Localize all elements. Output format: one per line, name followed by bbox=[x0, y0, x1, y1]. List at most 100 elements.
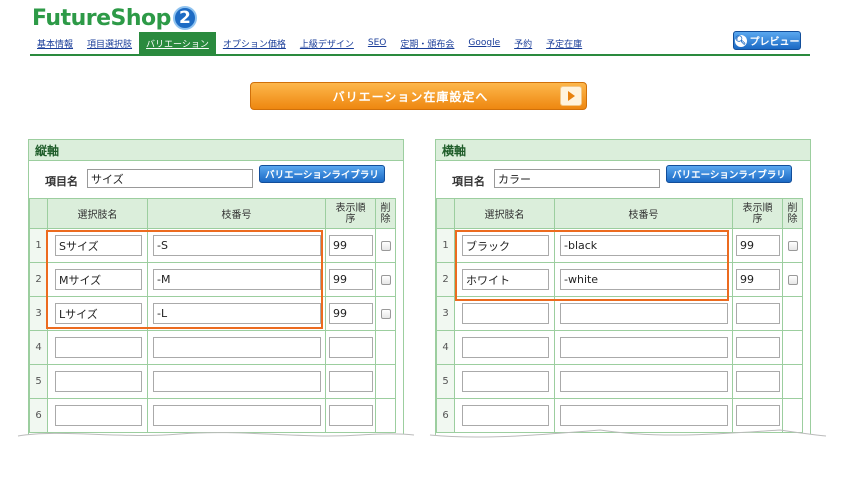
option-name-input[interactable]: Mサイズ bbox=[55, 269, 142, 290]
column-header-name: 選択肢名 bbox=[47, 198, 148, 229]
tab-nav: 基本情報 項目選択肢 バリエーション オプション価格 上級デザイン SEO 定期… bbox=[30, 32, 589, 54]
row-number: 5 bbox=[29, 364, 48, 399]
table-row: 5 bbox=[436, 364, 803, 399]
item-name-input[interactable]: サイズ bbox=[87, 169, 253, 188]
item-name-input[interactable]: カラー bbox=[494, 169, 660, 188]
variation-stock-button[interactable]: バリエーション在庫設定へ bbox=[250, 82, 587, 110]
delete-checkbox[interactable] bbox=[380, 309, 391, 319]
display-order-input[interactable]: 99 bbox=[736, 269, 780, 290]
branch-code-input[interactable]: -L bbox=[153, 303, 321, 324]
display-order-input[interactable]: 99 bbox=[329, 235, 373, 256]
panel-title: 横軸 bbox=[436, 140, 810, 161]
variation-table: 選択肢名 枝番号 表示順序 削除 1 Sサイズ -S 99 2 Mサイズ -M … bbox=[29, 198, 396, 433]
option-name-input[interactable] bbox=[462, 405, 549, 426]
table-row: 2 Mサイズ -M 99 bbox=[29, 262, 396, 297]
table-row: 1 Sサイズ -S 99 bbox=[29, 228, 396, 263]
display-order-input[interactable] bbox=[329, 371, 373, 392]
variation-stock-button-label: バリエーション在庫設定へ bbox=[332, 89, 489, 104]
preview-button-label: プレビュー bbox=[749, 37, 800, 48]
branch-code-input[interactable] bbox=[153, 405, 321, 426]
branch-code-input[interactable]: -M bbox=[153, 269, 321, 290]
tab-seo[interactable]: SEO bbox=[361, 32, 393, 54]
branch-code-input[interactable] bbox=[560, 303, 728, 324]
display-order-input[interactable] bbox=[329, 405, 373, 426]
option-name-input[interactable] bbox=[55, 405, 142, 426]
option-name-input[interactable]: Lサイズ bbox=[55, 303, 142, 324]
display-order-input[interactable] bbox=[736, 405, 780, 426]
row-number: 1 bbox=[436, 228, 455, 263]
nav-divider bbox=[30, 54, 810, 56]
column-header-order: 表示順序 bbox=[325, 198, 376, 229]
column-header-name: 選択肢名 bbox=[454, 198, 555, 229]
row-number: 2 bbox=[436, 262, 455, 297]
display-order-input[interactable] bbox=[736, 337, 780, 358]
row-number-header bbox=[29, 198, 48, 229]
delete-checkbox[interactable] bbox=[380, 241, 391, 251]
table-row: 2 ホワイト -white 99 bbox=[436, 262, 803, 297]
tab-reservation[interactable]: 予約 bbox=[507, 32, 539, 54]
branch-code-input[interactable] bbox=[560, 405, 728, 426]
preview-button[interactable]: 🔍︎ プレビュー bbox=[733, 31, 801, 50]
option-name-input[interactable] bbox=[462, 337, 549, 358]
branch-code-input[interactable] bbox=[153, 371, 321, 392]
table-row: 4 bbox=[436, 330, 803, 365]
tab-option-price[interactable]: オプション価格 bbox=[216, 32, 293, 54]
option-name-input[interactable]: Sサイズ bbox=[55, 235, 142, 256]
futureshop-logo: FutureShop 2 bbox=[32, 4, 197, 32]
search-icon: 🔍︎ bbox=[734, 34, 747, 47]
tab-basic-info[interactable]: 基本情報 bbox=[30, 32, 80, 54]
delete-checkbox[interactable] bbox=[787, 275, 798, 285]
branch-code-input[interactable] bbox=[153, 337, 321, 358]
delete-checkbox[interactable] bbox=[787, 241, 798, 251]
display-order-input[interactable] bbox=[329, 337, 373, 358]
item-name-row: 項目名 サイズ バリエーションライブラリ bbox=[29, 161, 403, 198]
row-number: 1 bbox=[29, 228, 48, 263]
display-order-input[interactable]: 99 bbox=[329, 303, 373, 324]
option-name-input[interactable]: ブラック bbox=[462, 235, 549, 256]
tab-subscription[interactable]: 定期・頒布会 bbox=[393, 32, 461, 54]
display-order-input[interactable]: 99 bbox=[329, 269, 373, 290]
column-header-code: 枝番号 bbox=[147, 198, 326, 229]
branch-code-input[interactable]: -black bbox=[560, 235, 728, 256]
column-header-delete: 削除 bbox=[375, 198, 396, 229]
table-row: 4 bbox=[29, 330, 396, 365]
display-order-input[interactable]: 99 bbox=[736, 235, 780, 256]
arrow-right-icon bbox=[560, 86, 582, 106]
row-number: 3 bbox=[29, 296, 48, 331]
variation-library-button[interactable]: バリエーションライブラリ bbox=[259, 165, 385, 183]
tab-variation[interactable]: バリエーション bbox=[139, 32, 216, 54]
column-header-order: 表示順序 bbox=[732, 198, 783, 229]
torn-edge-decoration bbox=[0, 429, 862, 455]
row-number: 2 bbox=[29, 262, 48, 297]
branch-code-input[interactable] bbox=[560, 337, 728, 358]
item-name-label: 項目名 bbox=[452, 175, 485, 188]
tab-advanced-design[interactable]: 上級デザイン bbox=[293, 32, 361, 54]
tab-item-options[interactable]: 項目選択肢 bbox=[80, 32, 139, 54]
branch-code-input[interactable]: -white bbox=[560, 269, 728, 290]
variation-library-button[interactable]: バリエーションライブラリ bbox=[666, 165, 792, 183]
branch-code-input[interactable] bbox=[560, 371, 728, 392]
table-row: 3 Lサイズ -L 99 bbox=[29, 296, 396, 331]
branch-code-input[interactable]: -S bbox=[153, 235, 321, 256]
tab-scheduled-stock[interactable]: 予定在庫 bbox=[539, 32, 589, 54]
row-number: 4 bbox=[436, 330, 455, 365]
delete-checkbox[interactable] bbox=[380, 275, 391, 285]
table-row: 3 bbox=[436, 296, 803, 331]
option-name-input[interactable] bbox=[462, 303, 549, 324]
option-name-input[interactable]: ホワイト bbox=[462, 269, 549, 290]
item-name-label: 項目名 bbox=[45, 175, 78, 188]
column-header-code: 枝番号 bbox=[554, 198, 733, 229]
vertical-axis-panel: 縦軸 項目名 サイズ バリエーションライブラリ 選択肢名 枝番号 表示順序 削除… bbox=[28, 139, 404, 439]
row-number: 5 bbox=[436, 364, 455, 399]
option-name-input[interactable] bbox=[55, 371, 142, 392]
option-name-input[interactable] bbox=[462, 371, 549, 392]
row-number-header bbox=[436, 198, 455, 229]
item-name-row: 項目名 カラー バリエーションライブラリ bbox=[436, 161, 810, 198]
option-name-input[interactable] bbox=[55, 337, 142, 358]
display-order-input[interactable] bbox=[736, 371, 780, 392]
table-header-row: 選択肢名 枝番号 表示順序 削除 bbox=[29, 198, 396, 229]
logo-text: FutureShop bbox=[32, 5, 171, 31]
variation-table: 選択肢名 枝番号 表示順序 削除 1 ブラック -black 99 2 ホワイト… bbox=[436, 198, 803, 433]
display-order-input[interactable] bbox=[736, 303, 780, 324]
tab-google[interactable]: Google bbox=[461, 32, 507, 54]
